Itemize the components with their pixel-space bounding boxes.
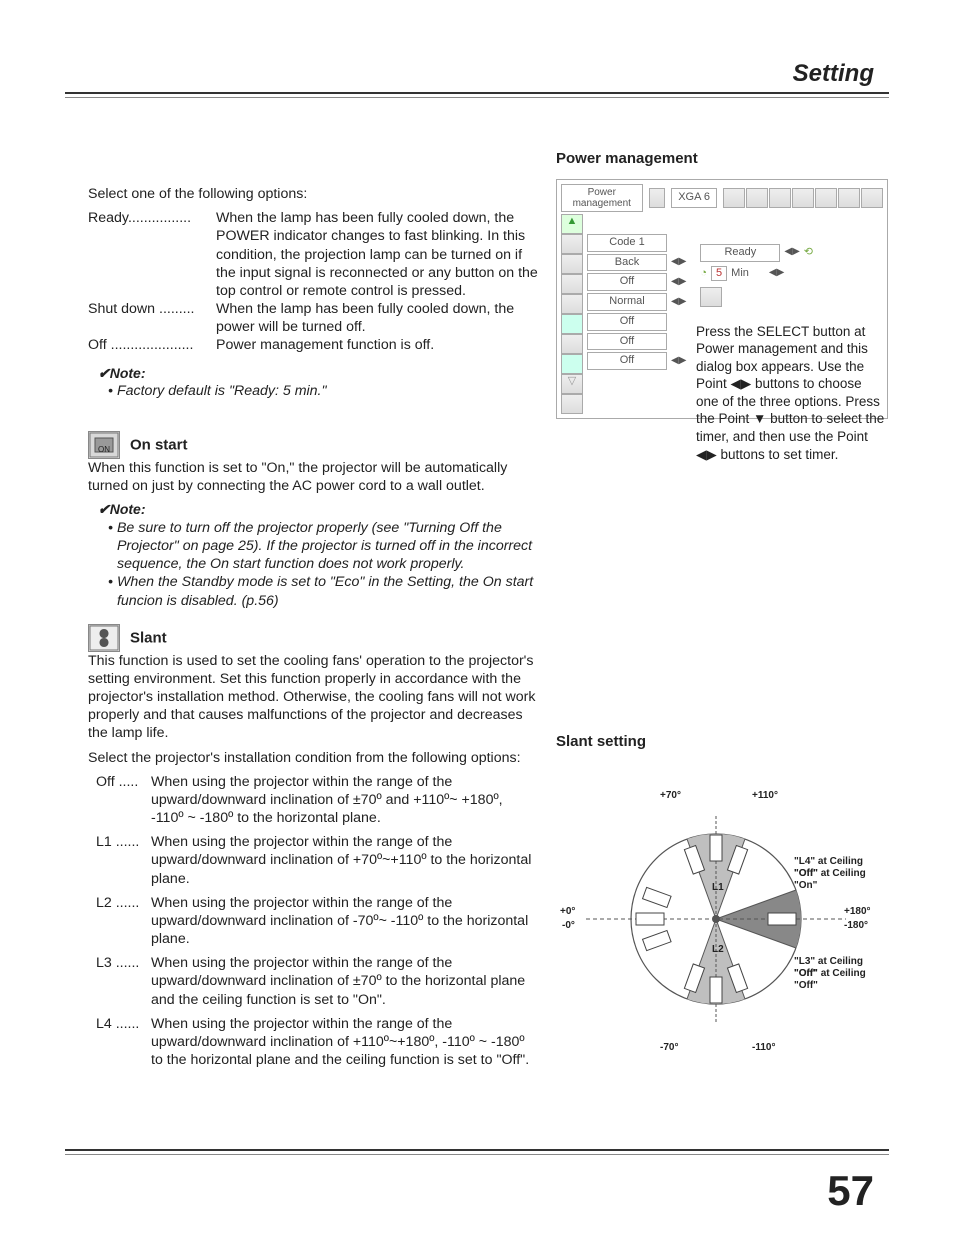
- clock-icon: ◔: [700, 267, 707, 281]
- onstart-title: On start: [130, 436, 188, 453]
- ui-sidebar: ▲ ▽: [561, 214, 583, 414]
- ui-side-icon-3: [561, 274, 583, 294]
- onstart-body: When this function is set to "On," the p…: [88, 459, 538, 495]
- ui-side-icon-4: [561, 294, 583, 314]
- ui-side-up-icon: ▲: [561, 214, 583, 234]
- note-2-item-0: Be sure to turn off the projector proper…: [108, 519, 538, 574]
- header-rule: [65, 92, 889, 94]
- ui-top-icon-a: [723, 188, 745, 208]
- ui-list: Code 1 Back◀▶ Off◀▶ Normal◀▶ Off Off Off…: [587, 234, 686, 414]
- ui-title-left: Power management: [561, 184, 643, 212]
- left-column: Select one of the following options: Rea…: [88, 185, 538, 1069]
- ui-side-icon-7: [561, 354, 583, 374]
- ui-list-item: Back: [587, 254, 667, 272]
- ui-side-icon-6: [561, 334, 583, 354]
- slant-p2: Select the projector's installation cond…: [88, 749, 538, 767]
- slant-icon: [88, 624, 120, 652]
- footer-rule-2: [65, 1154, 889, 1155]
- option-off: Off ..................... Power manageme…: [88, 336, 538, 354]
- slant-setting-title: Slant setting: [556, 733, 886, 752]
- ui-list-item: Code 1: [587, 234, 667, 252]
- footer-rule: [65, 1149, 889, 1151]
- note-1-head: ✔Note:: [98, 365, 538, 383]
- diag-r180b: -180°: [844, 920, 868, 933]
- ui-bubble-ready: Ready: [700, 244, 780, 262]
- ui-side-icon-5: [561, 314, 583, 334]
- note-2-item-1: When the Standby mode is set to "Eco" in…: [108, 573, 538, 609]
- ui-list-item: Off: [587, 352, 667, 370]
- ui-top-icon-d: [792, 188, 814, 208]
- pm-title: Power management: [556, 150, 886, 169]
- ui-list-item: Off: [587, 313, 667, 331]
- ui-side-down-icon: ▽: [561, 374, 583, 394]
- page-header: Setting: [793, 60, 874, 88]
- option-shutdown: Shut down ......... When the lamp has be…: [88, 300, 538, 336]
- ui-top-icon-b: [746, 188, 768, 208]
- header-rule-2: [65, 97, 889, 98]
- ui-side-icon-1: [561, 234, 583, 254]
- slant-opt-l1: L1 ......When using the projector within…: [96, 833, 538, 888]
- ui-side-icon-end: [561, 394, 583, 414]
- note-2-head: ✔Note:: [98, 501, 538, 519]
- diag-b110: -110°: [752, 1042, 775, 1055]
- diag-l3b: "Off" at Ceiling "Off": [794, 968, 876, 993]
- diag-t70: +70°: [660, 790, 681, 803]
- slant-opt-l3: L3 ......When using the projector within…: [96, 954, 538, 1009]
- slant-p1: This function is used to set the cooling…: [88, 652, 538, 743]
- slant-opt-l2: L2 ......When using the projector within…: [96, 894, 538, 949]
- diag-l4b: "Off" at Ceiling "On": [794, 868, 876, 893]
- slant-opt-off: Off .....When using the projector within…: [96, 773, 538, 828]
- right-column: Power management Power management XGA 6: [556, 150, 886, 1064]
- diag-L2: L2: [712, 944, 724, 957]
- ui-top-icon-1: [649, 188, 666, 208]
- section-onstart: ON On start: [88, 431, 538, 459]
- ui-top-icon-c: [769, 188, 791, 208]
- slant-opt-l4: L4 ......When using the projector within…: [96, 1015, 538, 1070]
- ui-list-item: Off: [587, 333, 667, 351]
- ui-bubble-min-unit: Min: [731, 267, 749, 281]
- ui-top-icon-e: [815, 188, 837, 208]
- intro-text: Select one of the following options:: [88, 185, 538, 203]
- slant-diagram: +70° +110° -70° -110° +0° -0° +180° -180…: [556, 764, 876, 1064]
- diag-l0t: +0°: [560, 906, 575, 919]
- diag-l0b: -0°: [562, 920, 575, 933]
- ui-top-icon-f: [838, 188, 860, 208]
- option-ready: Ready................ When the lamp has …: [88, 209, 538, 300]
- ui-title-right: XGA 6: [671, 188, 717, 208]
- diag-L1: L1: [712, 882, 724, 895]
- ui-list-item: Off: [587, 273, 667, 291]
- diag-t110: +110°: [752, 790, 778, 803]
- diag-r180t: +180°: [844, 906, 871, 919]
- ui-side-icon-2: [561, 254, 583, 274]
- ui-list-item: Normal: [587, 293, 667, 311]
- note-1-body: Factory default is "Ready: 5 min.": [108, 382, 538, 400]
- onstart-icon: ON: [88, 431, 120, 459]
- ui-top-icon-g: [861, 188, 883, 208]
- ui-bubble-quit-icon: [700, 287, 722, 307]
- svg-text:ON: ON: [98, 445, 110, 454]
- diag-b70: -70°: [660, 1042, 678, 1055]
- ui-bubble-min-val: 5: [711, 266, 727, 282]
- section-slant: Slant: [88, 624, 538, 652]
- slant-title: Slant: [130, 629, 167, 646]
- page-number: 57: [827, 1167, 874, 1215]
